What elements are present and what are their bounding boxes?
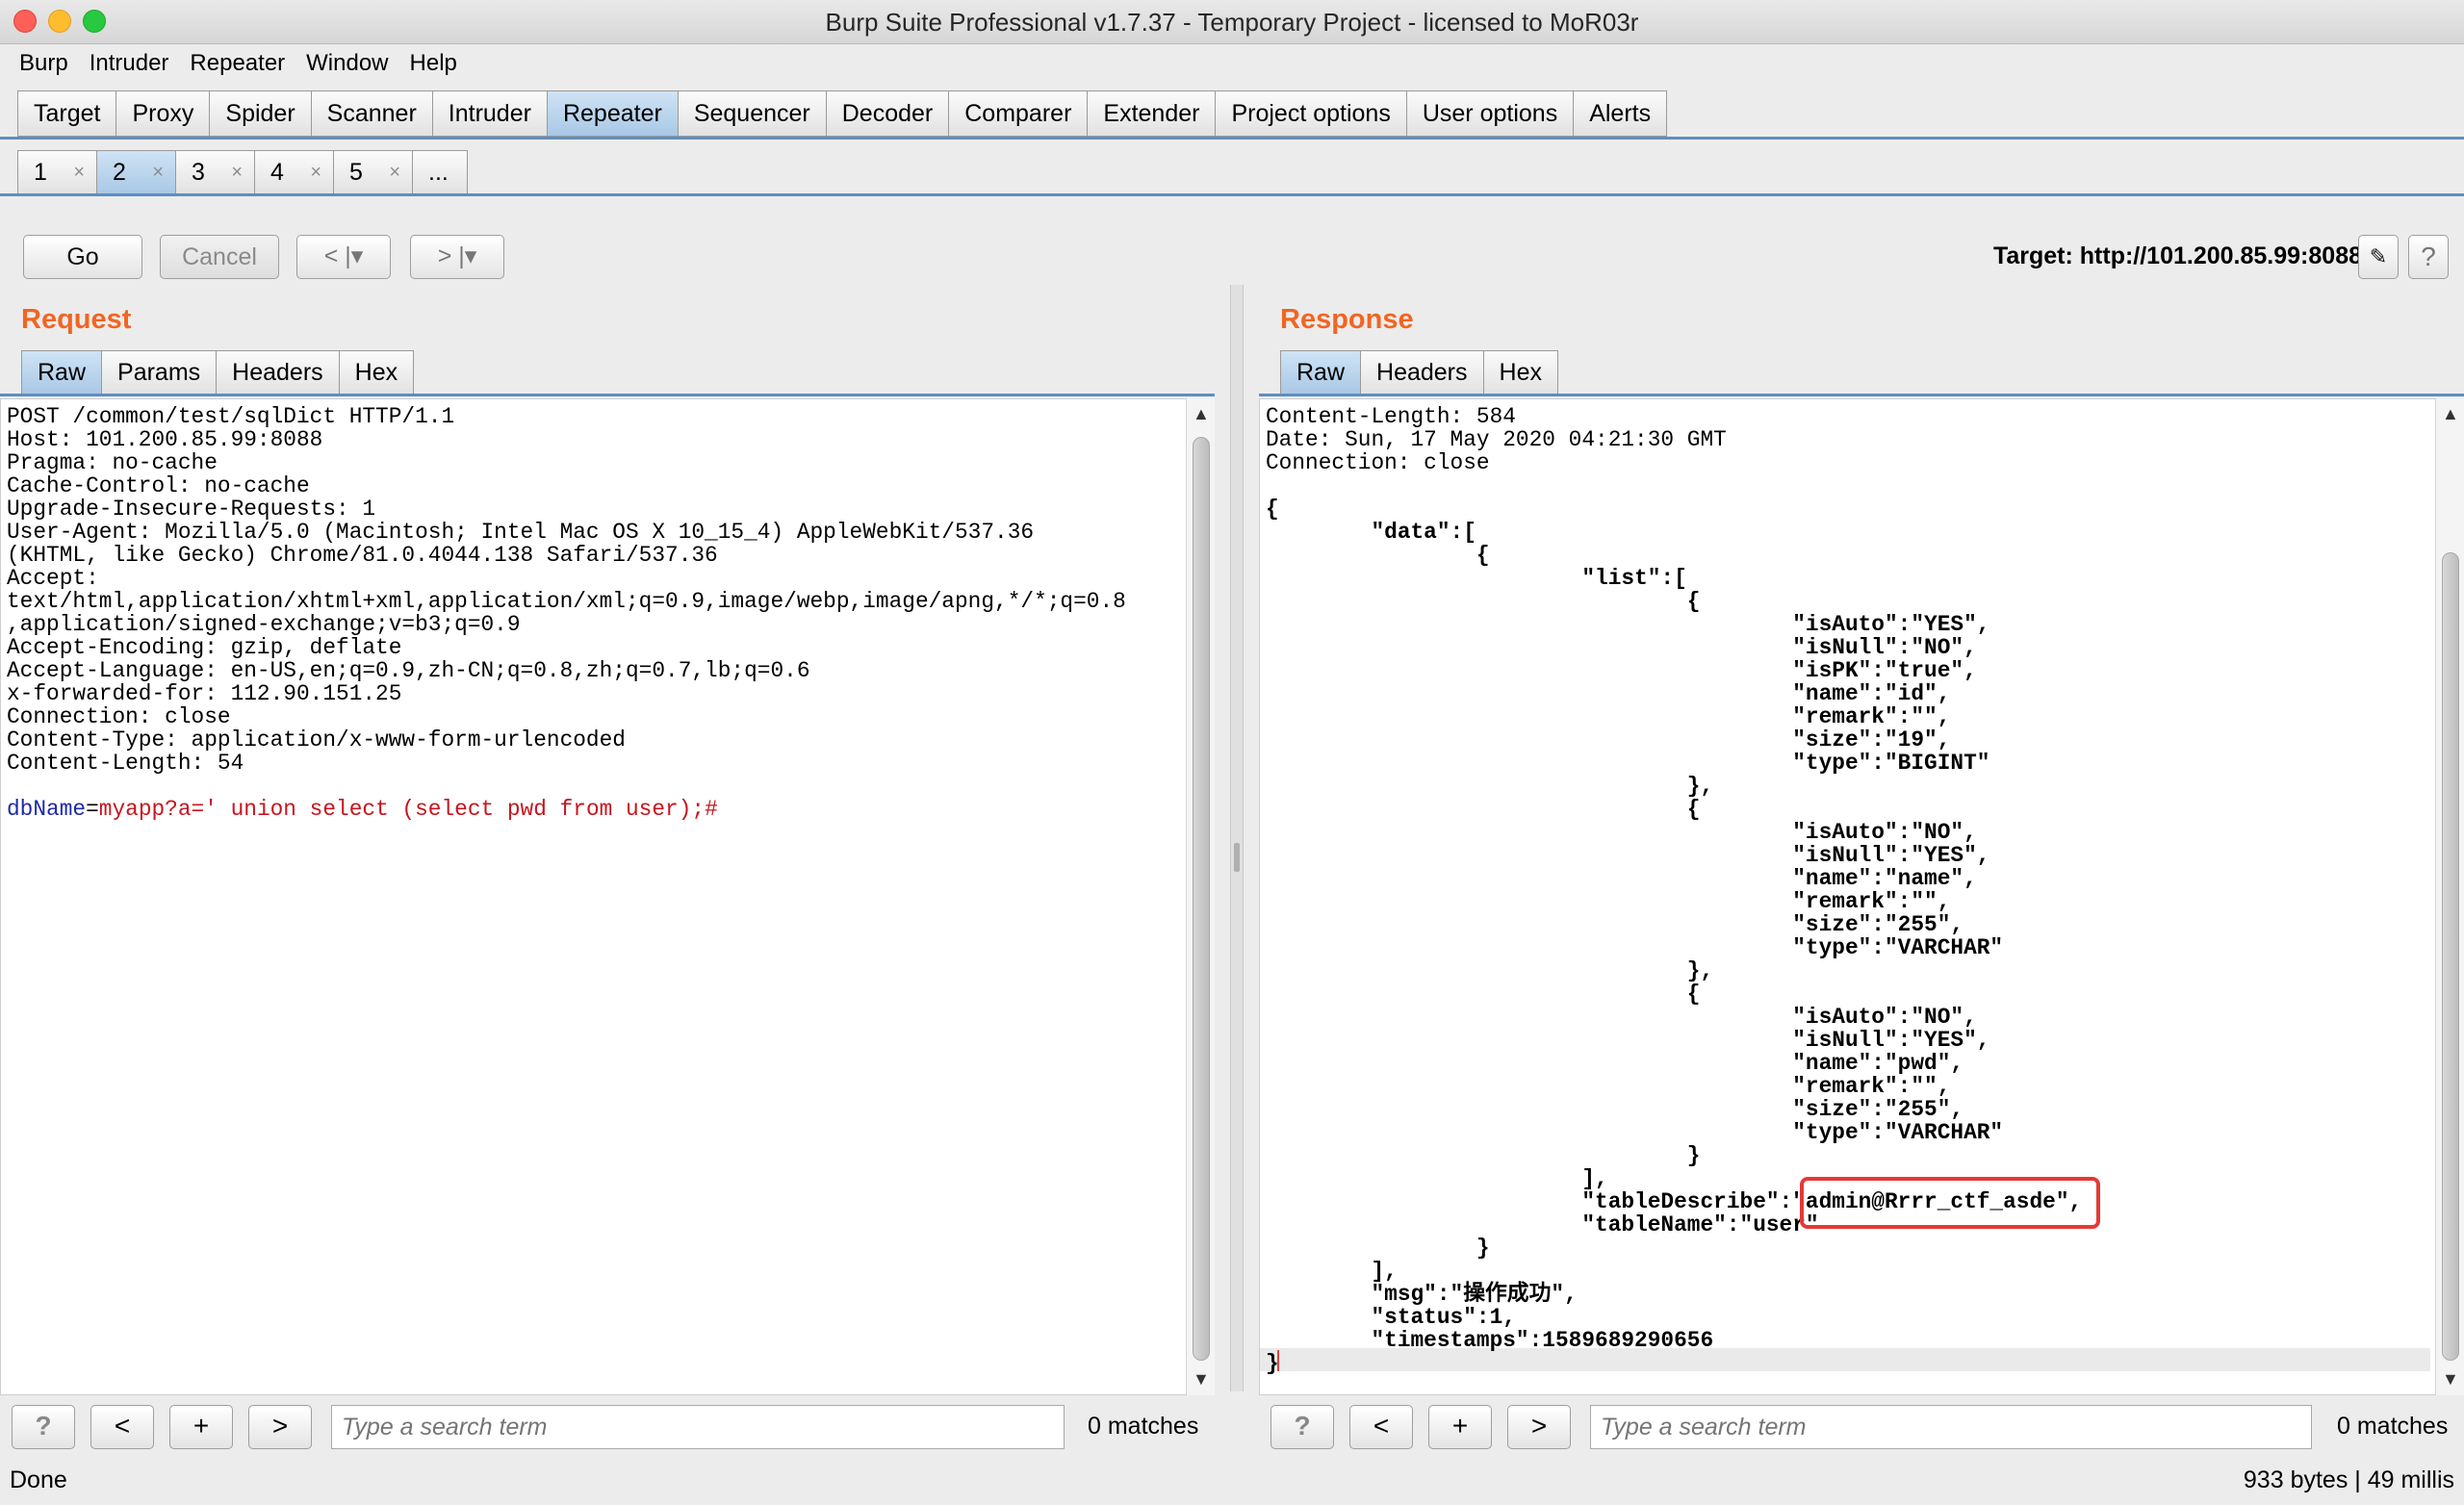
- scroll-up-icon[interactable]: ▲: [2442, 404, 2459, 424]
- status-text: Done: [10, 1467, 67, 1493]
- repeater-tab-label: 2: [113, 159, 126, 186]
- request-tabs-underline: [0, 394, 1215, 396]
- tab-alerts[interactable]: Alerts: [1573, 90, 1668, 137]
- response-search-matches: 0 matches: [2337, 1413, 2449, 1440]
- request-editor[interactable]: POST /common/test/sqlDict HTTP/1.1 Host:…: [0, 398, 1215, 1395]
- close-tab-icon[interactable]: ×: [389, 151, 400, 193]
- response-tabs-underline: [1259, 394, 2464, 396]
- request-tab-headers[interactable]: Headers: [216, 350, 339, 395]
- menu-help[interactable]: Help: [410, 50, 457, 77]
- repeater-tabs: 1 × 2 × 3 × 4 × 5 × ...: [17, 150, 468, 194]
- tab-repeater[interactable]: Repeater: [546, 90, 678, 137]
- response-tab-headers[interactable]: Headers: [1360, 350, 1483, 395]
- repeater-tabs-underline: [0, 193, 2464, 196]
- repeater-tab-3[interactable]: 3 ×: [175, 150, 254, 194]
- scroll-thumb[interactable]: [1193, 437, 1210, 1361]
- divider-grip-icon[interactable]: [1234, 843, 1240, 872]
- tab-scanner[interactable]: Scanner: [310, 90, 432, 137]
- back-history-button[interactable]: < |▾: [296, 235, 391, 279]
- repeater-tab-label: 5: [349, 159, 363, 186]
- tab-user-options[interactable]: User options: [1405, 90, 1574, 137]
- scroll-down-icon[interactable]: ▼: [2442, 1369, 2459, 1390]
- menu-window[interactable]: Window: [306, 50, 388, 77]
- request-search-matches: 0 matches: [1088, 1413, 1199, 1440]
- request-search-next-button[interactable]: >: [248, 1405, 312, 1449]
- main-tabs-underline: [0, 137, 2464, 140]
- response-title: Response: [1280, 304, 1414, 335]
- help-icon[interactable]: ?: [2408, 235, 2449, 279]
- response-editor[interactable]: Content-Length: 584 Date: Sun, 17 May 20…: [1259, 398, 2464, 1395]
- repeater-tab-new[interactable]: ...: [412, 150, 468, 194]
- request-headers: POST /common/test/sqlDict HTTP/1.1 Host:…: [7, 404, 1126, 776]
- menu-burp[interactable]: Burp: [19, 50, 68, 77]
- request-text[interactable]: POST /common/test/sqlDict HTTP/1.1 Host:…: [1, 399, 1214, 827]
- response-search-help-button[interactable]: ?: [1270, 1405, 1334, 1449]
- response-headers: Content-Length: 584 Date: Sun, 17 May 20…: [1266, 404, 1727, 475]
- window-title: Burp Suite Professional v1.7.37 - Tempor…: [825, 8, 1639, 37]
- tab-spider[interactable]: Spider: [209, 90, 311, 137]
- request-search-help-button[interactable]: ?: [12, 1405, 75, 1449]
- request-tab-hex[interactable]: Hex: [338, 350, 415, 395]
- repeater-tab-4[interactable]: 4 ×: [254, 150, 333, 194]
- request-tab-raw[interactable]: Raw: [21, 350, 102, 395]
- title-bar: Burp Suite Professional v1.7.37 - Tempor…: [0, 0, 2464, 44]
- repeater-tab-label: 1: [34, 159, 47, 186]
- tab-project-options[interactable]: Project options: [1215, 90, 1406, 137]
- request-search-input[interactable]: [331, 1405, 1065, 1449]
- close-tab-icon[interactable]: ×: [73, 151, 85, 193]
- tab-sequencer[interactable]: Sequencer: [677, 90, 826, 137]
- response-tab-hex[interactable]: Hex: [1482, 350, 1558, 395]
- split-divider[interactable]: [1230, 285, 1244, 1391]
- response-search-next-button[interactable]: >: [1507, 1405, 1571, 1449]
- main-tabs: Target Proxy Spider Scanner Intruder Rep…: [17, 90, 1668, 137]
- request-param-value: myapp?a=' union select (select pwd from …: [98, 797, 718, 822]
- close-tab-icon[interactable]: ×: [310, 151, 321, 193]
- cancel-button[interactable]: Cancel: [160, 235, 279, 279]
- response-search-add-button[interactable]: +: [1428, 1405, 1492, 1449]
- scroll-thumb[interactable]: [2442, 552, 2459, 1361]
- repeater-tab-5[interactable]: 5 ×: [333, 150, 412, 194]
- repeater-tab-label: 4: [270, 159, 284, 186]
- tab-intruder[interactable]: Intruder: [431, 90, 547, 137]
- repeater-tab-label: 3: [192, 159, 205, 186]
- close-tab-icon[interactable]: ×: [231, 151, 243, 193]
- scroll-up-icon[interactable]: ▲: [1193, 404, 1210, 424]
- text-caret: [1277, 1350, 1279, 1371]
- go-button[interactable]: Go: [23, 235, 142, 279]
- response-search-prev-button[interactable]: <: [1349, 1405, 1413, 1449]
- request-view-tabs: Raw Params Headers Hex: [21, 350, 415, 395]
- request-title: Request: [21, 304, 132, 335]
- menu-bar: Burp Intruder Repeater Window Help: [0, 44, 2464, 83]
- response-stats: 933 bytes | 49 millis: [2243, 1467, 2454, 1493]
- tab-proxy[interactable]: Proxy: [116, 90, 210, 137]
- tab-target[interactable]: Target: [17, 90, 116, 137]
- edit-target-icon[interactable]: ✎: [2358, 235, 2399, 279]
- request-search-prev-button[interactable]: <: [90, 1405, 154, 1449]
- response-scrollbar[interactable]: ▲ ▼: [2435, 398, 2464, 1395]
- forward-history-button[interactable]: > |▾: [410, 235, 504, 279]
- response-body: { "data":[ { "list":[ { "isAuto":"YES", …: [1266, 497, 2083, 1376]
- request-scrollbar[interactable]: ▲ ▼: [1186, 398, 1215, 1395]
- target-label: Target: http://101.200.85.99:8088: [1992, 242, 2362, 269]
- repeater-tab-1[interactable]: 1 ×: [17, 150, 96, 194]
- response-tab-raw[interactable]: Raw: [1280, 350, 1361, 395]
- tab-extender[interactable]: Extender: [1087, 90, 1216, 137]
- response-text[interactable]: Content-Length: 584 Date: Sun, 17 May 20…: [1260, 399, 2463, 1381]
- request-param-equals: =: [86, 797, 99, 822]
- response-view-tabs: Raw Headers Hex: [1280, 350, 1558, 395]
- menu-repeater[interactable]: Repeater: [190, 50, 285, 77]
- tab-comparer[interactable]: Comparer: [948, 90, 1088, 137]
- annotation-highlight-box: [1800, 1177, 2100, 1229]
- repeater-tab-2[interactable]: 2 ×: [96, 150, 175, 194]
- scroll-down-icon[interactable]: ▼: [1193, 1369, 1210, 1390]
- tab-decoder[interactable]: Decoder: [825, 90, 949, 137]
- request-param-name: dbName: [7, 797, 87, 822]
- menu-intruder[interactable]: Intruder: [90, 50, 169, 77]
- response-search-input[interactable]: [1590, 1405, 2312, 1449]
- close-tab-icon[interactable]: ×: [152, 151, 164, 193]
- request-tab-params[interactable]: Params: [101, 350, 217, 395]
- request-search-add-button[interactable]: +: [169, 1405, 233, 1449]
